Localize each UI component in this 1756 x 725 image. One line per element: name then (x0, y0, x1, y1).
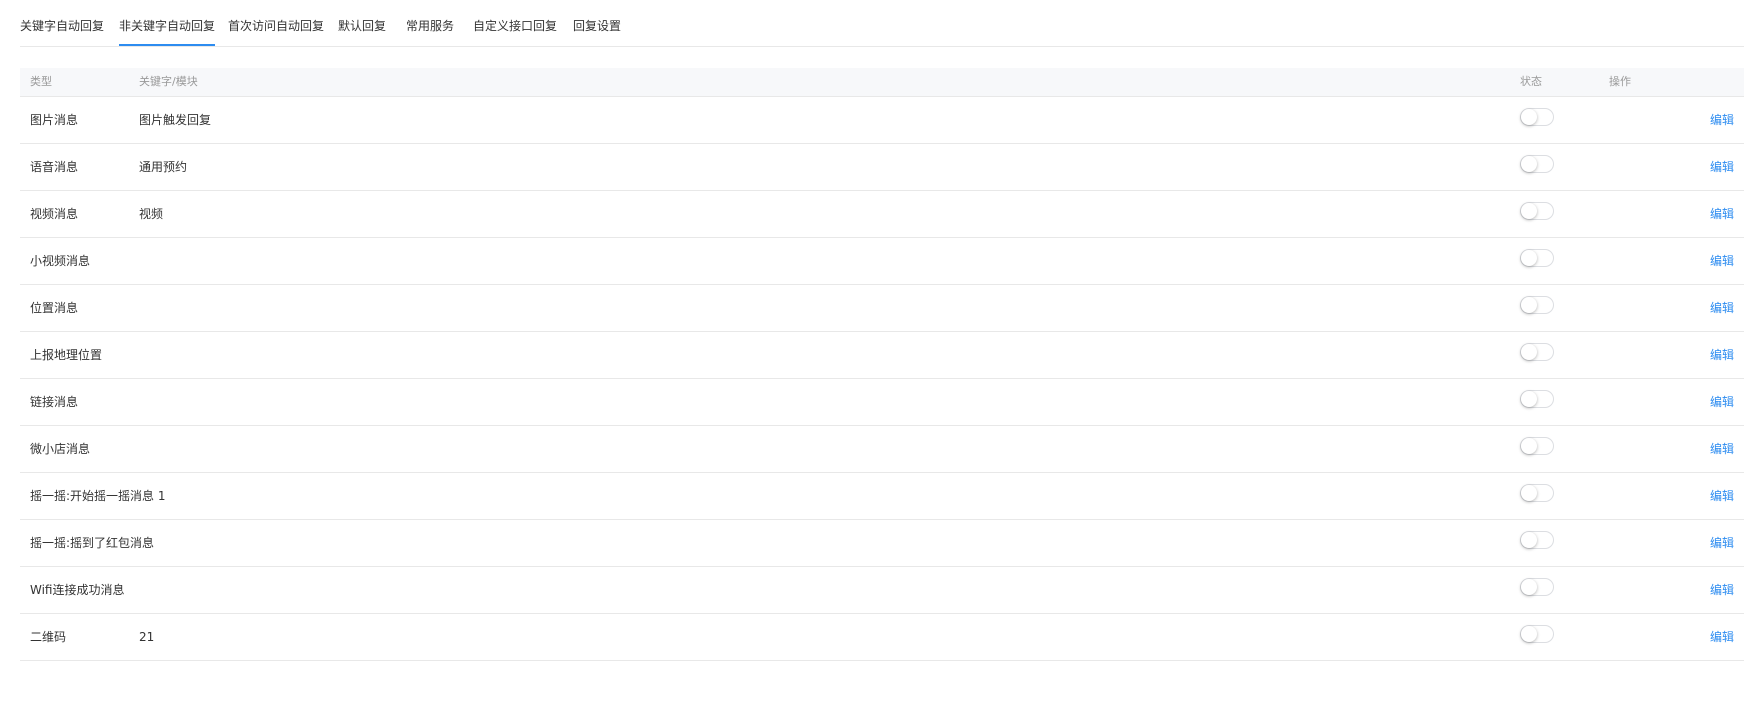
table-row: 语音消息 通用预约 编辑 (20, 144, 1744, 191)
table-row: 位置消息 编辑 (20, 285, 1744, 332)
toggle-knob (1521, 438, 1537, 454)
toggle-knob (1521, 485, 1537, 501)
table-row: 上报地理位置 编辑 (20, 332, 1744, 379)
toggle-knob (1521, 391, 1537, 407)
row-type: 语音消息 (30, 160, 79, 174)
toggle-knob (1521, 532, 1537, 548)
table-row: 二维码 21 编辑 (20, 614, 1744, 661)
status-toggle[interactable] (1520, 155, 1554, 173)
tab-common-services[interactable]: 常用服务 (406, 17, 454, 46)
edit-link[interactable]: 编辑 (1710, 440, 1734, 458)
edit-link[interactable]: 编辑 (1710, 393, 1734, 411)
row-type: 摇一摇:开始摇一摇消息 1 (30, 489, 166, 503)
table-row: 摇一摇:摇到了红包消息 编辑 (20, 520, 1744, 567)
toggle-knob (1521, 250, 1537, 266)
header-keyword: 关键字/模块 (139, 75, 198, 88)
status-toggle[interactable] (1520, 390, 1554, 408)
toggle-knob (1521, 344, 1537, 360)
table-row: 小视频消息 编辑 (20, 238, 1744, 285)
status-toggle[interactable] (1520, 437, 1554, 455)
row-type: 二维码 (30, 630, 67, 644)
table-body: 图片消息 图片触发回复 编辑 语音消息 通用预约 编辑 视频消息 视频 编辑 小视频消息 编辑 位置消… (20, 97, 1744, 661)
status-toggle[interactable] (1520, 578, 1554, 596)
edit-link[interactable]: 编辑 (1710, 581, 1734, 599)
toggle-knob (1521, 109, 1537, 125)
row-type: 链接消息 (30, 395, 79, 409)
table-row: Wifi连接成功消息 编辑 (20, 567, 1744, 614)
row-type: 摇一摇:摇到了红包消息 (30, 536, 155, 550)
table-row: 摇一摇:开始摇一摇消息 1 编辑 (20, 473, 1744, 520)
status-toggle[interactable] (1520, 202, 1554, 220)
edit-link[interactable]: 编辑 (1710, 158, 1734, 176)
status-toggle[interactable] (1520, 484, 1554, 502)
table-row: 微小店消息 编辑 (20, 426, 1744, 473)
status-toggle[interactable] (1520, 625, 1554, 643)
toggle-knob (1521, 156, 1537, 172)
table-header: 类型 关键字/模块 状态 操作 (20, 68, 1744, 97)
row-keyword: 视频 (139, 207, 164, 221)
edit-link[interactable]: 编辑 (1710, 346, 1734, 364)
toggle-knob (1521, 579, 1537, 595)
edit-link[interactable]: 编辑 (1710, 299, 1734, 317)
edit-link[interactable]: 编辑 (1710, 252, 1734, 270)
status-toggle[interactable] (1520, 296, 1554, 314)
reply-table: 类型 关键字/模块 状态 操作 图片消息 图片触发回复 编辑 语音消息 通用预约 编辑 视频… (20, 68, 1744, 661)
tab-bar: 关键字自动回复 非关键字自动回复 首次访问自动回复 默认回复 常用服务 自定义接… (20, 0, 1744, 47)
page: 关键字自动回复 非关键字自动回复 首次访问自动回复 默认回复 常用服务 自定义接… (0, 0, 1756, 725)
toggle-knob (1521, 203, 1537, 219)
edit-link[interactable]: 编辑 (1710, 487, 1734, 505)
row-type: 视频消息 (30, 207, 79, 221)
status-toggle[interactable] (1520, 343, 1554, 361)
tab-custom-interface-reply[interactable]: 自定义接口回复 (473, 17, 557, 46)
row-type: 上报地理位置 (30, 348, 103, 362)
tab-reply-settings[interactable]: 回复设置 (573, 17, 621, 46)
status-toggle[interactable] (1520, 531, 1554, 549)
status-toggle[interactable] (1520, 108, 1554, 126)
row-type: 图片消息 (30, 113, 79, 127)
row-type: Wifi连接成功消息 (30, 583, 125, 597)
tab-first-visit-auto-reply[interactable]: 首次访问自动回复 (228, 17, 324, 46)
row-type: 位置消息 (30, 301, 79, 315)
tab-default-reply[interactable]: 默认回复 (338, 17, 386, 46)
edit-link[interactable]: 编辑 (1710, 111, 1734, 129)
table-row: 链接消息 编辑 (20, 379, 1744, 426)
tab-keyword-auto-reply[interactable]: 关键字自动回复 (20, 17, 104, 46)
row-type: 小视频消息 (30, 254, 91, 268)
header-type: 类型 (30, 75, 52, 88)
row-keyword: 21 (139, 630, 155, 644)
edit-link[interactable]: 编辑 (1710, 205, 1734, 223)
edit-link[interactable]: 编辑 (1710, 534, 1734, 552)
row-keyword: 图片触发回复 (139, 113, 212, 127)
table-row: 视频消息 视频 编辑 (20, 191, 1744, 238)
status-toggle[interactable] (1520, 249, 1554, 267)
toggle-knob (1521, 297, 1537, 313)
row-keyword: 通用预约 (139, 160, 188, 174)
table-row: 图片消息 图片触发回复 编辑 (20, 97, 1744, 144)
row-type: 微小店消息 (30, 442, 91, 456)
header-operation: 操作 (1609, 75, 1631, 88)
edit-link[interactable]: 编辑 (1710, 628, 1734, 646)
header-status: 状态 (1520, 75, 1542, 88)
tab-non-keyword-auto-reply[interactable]: 非关键字自动回复 (119, 17, 216, 46)
toggle-knob (1521, 626, 1537, 642)
